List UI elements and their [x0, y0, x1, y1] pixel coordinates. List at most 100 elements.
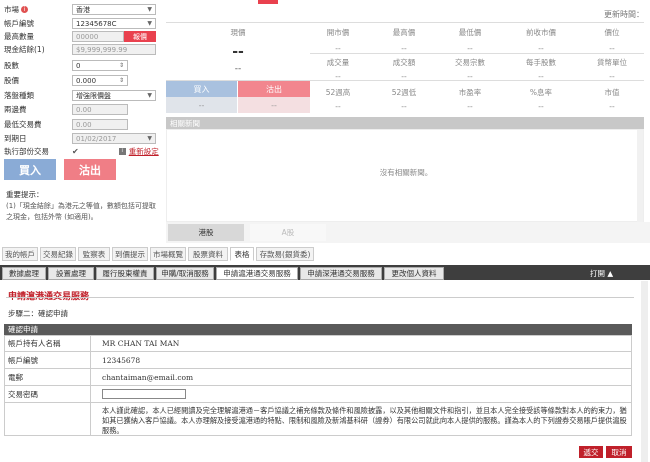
- tab-forms[interactable]: 表格: [230, 247, 254, 261]
- partial-checkbox[interactable]: ✔: [72, 147, 79, 156]
- order-type-row: 落盤種類 增強限價盤 ▼: [4, 89, 164, 102]
- tab-stock-info[interactable]: 股票資料: [188, 247, 228, 261]
- open-label: 開市價: [326, 28, 350, 37]
- low-value: --: [467, 44, 473, 53]
- tab-hk-stocks[interactable]: 港股: [168, 224, 244, 241]
- min-fee-field: 0.00: [72, 119, 128, 130]
- account-number-value: 12345678: [102, 355, 141, 365]
- min-fee-value: 0.00: [76, 120, 92, 129]
- tab-market-overview[interactable]: 市場概覽: [150, 247, 186, 261]
- lot-size-label: 每手股數: [526, 58, 556, 67]
- news-panel: 沒有相關新聞。: [166, 129, 644, 222]
- sell-button[interactable]: 沽出: [64, 159, 116, 180]
- quote-button[interactable]: 報價: [124, 31, 156, 42]
- stepper-icon[interactable]: ⇕: [119, 77, 124, 84]
- holder-name-value: MR CHAN TAI MAN: [102, 338, 180, 348]
- market-cap-value: --: [609, 102, 615, 111]
- buy-button[interactable]: 買入: [4, 159, 56, 180]
- form-title: 申請滬港通交易服務: [8, 292, 90, 302]
- cash-row: 現金結餘(1) $9,999,999.99: [4, 43, 164, 56]
- tab-price-alert[interactable]: 到價提示: [112, 247, 148, 261]
- market-select[interactable]: 香港 ▼: [72, 4, 156, 15]
- order-type-label: 落盤種類: [4, 91, 34, 100]
- min-fee-label: 最低交易費: [4, 120, 42, 129]
- partial-row: 執行部份交易 ✔ i 重新設定: [4, 145, 164, 158]
- tab-deposit[interactable]: 存款易(銀貨委): [256, 247, 314, 261]
- yield-label: %息率: [529, 88, 553, 97]
- print-toggle[interactable]: 打開 ▲: [590, 267, 630, 279]
- volume-label: 成交量: [326, 58, 350, 67]
- tab-watchlist[interactable]: 監察表: [78, 247, 110, 261]
- spread-label: 價位: [604, 28, 620, 37]
- tab-a-shares[interactable]: A股: [250, 224, 326, 241]
- tab-transaction-record[interactable]: 交易紀錄: [40, 247, 76, 261]
- subtab-shareholder-rights[interactable]: 履行股東權責: [96, 267, 154, 280]
- price-label: 股價: [4, 76, 19, 85]
- subtab-settings[interactable]: 設置處理: [48, 267, 94, 280]
- divider: [166, 22, 644, 23]
- low-52w-value: --: [401, 102, 407, 111]
- search-button[interactable]: [258, 0, 278, 4]
- cancel-button[interactable]: 取消: [606, 446, 632, 458]
- expiry-row: 到期日 01/02/2017 ▼: [4, 132, 164, 145]
- notes-text: (1)「現金結餘」為港元之等值，數額包括可提取之現金，包括外幣 (如適用)。: [6, 202, 156, 221]
- subtab-personal-info[interactable]: 更改個人資料: [384, 267, 444, 280]
- stepper-icon[interactable]: ⇕: [119, 62, 124, 69]
- subtab-sh-connect[interactable]: 申請滬港通交易服務: [216, 267, 298, 280]
- low-label: 最低價: [458, 28, 482, 37]
- notes-title: 重要提示：: [6, 190, 44, 199]
- email-value: chantaiman@email.com: [102, 372, 194, 382]
- password-label: 交易密碼: [8, 389, 38, 399]
- expiry-select[interactable]: 01/02/2017 ▼: [72, 133, 156, 144]
- stock-value: 0: [76, 61, 81, 70]
- fee-row: 兩邊費 0.00: [4, 103, 164, 116]
- stock-row: 股數 0 ⇕: [4, 59, 164, 72]
- section-header: 確認申請: [4, 324, 632, 335]
- fee-field: 0.00: [72, 104, 128, 115]
- submit-button[interactable]: 遞交: [579, 446, 603, 458]
- fee-value: 0.00: [76, 105, 92, 114]
- chevron-down-icon: ▼: [147, 6, 152, 13]
- no-news-text: 沒有相關新聞。: [379, 168, 433, 177]
- high-label: 最高價: [392, 28, 416, 37]
- order-type-select[interactable]: 增強限價盤 ▼: [72, 90, 156, 101]
- info-icon[interactable]: i: [21, 6, 28, 13]
- quote-panel: 更新時間： 現價 -- -- 開市價 最高價 最低價 前收市價 價位 -- --…: [166, 0, 650, 222]
- update-time-label: 更新時間：: [604, 10, 644, 19]
- news-header: 相關新聞: [166, 117, 644, 129]
- currency-label: 貨幣單位: [597, 58, 627, 67]
- fee-label: 兩邊費: [4, 105, 27, 114]
- stock-label: 股數: [4, 61, 19, 70]
- account-number-label: 帳戶編號: [8, 355, 38, 365]
- reset-link[interactable]: 重新設定: [129, 146, 159, 157]
- subtab-data-processing[interactable]: 數據處理: [2, 267, 46, 280]
- high-52w-value: --: [335, 102, 341, 111]
- tab-my-account[interactable]: 我的帳戶: [2, 247, 38, 261]
- nominal-price-label: 現價: [230, 28, 246, 37]
- account-select[interactable]: 12345678C ▼: [72, 18, 156, 29]
- price-input[interactable]: 0.000 ⇕: [72, 75, 128, 86]
- cash-label: 現金結餘(1): [4, 45, 45, 54]
- yield-value: --: [538, 102, 544, 111]
- max-qty-row: 最高數量 00000 報價: [4, 30, 164, 43]
- price-row: 股價 0.000 ⇕: [4, 74, 164, 87]
- subtab-subscribe-cancel[interactable]: 申購/取消服務: [156, 267, 214, 280]
- turnover-label: 成交額: [392, 58, 416, 67]
- pe-ratio-value: --: [467, 102, 473, 111]
- scrollbar[interactable]: [641, 281, 648, 462]
- account-label: 帳戶編號: [4, 19, 34, 28]
- password-row: 交易密碼: [4, 386, 632, 403]
- market-row: 市場 i 香港 ▼: [4, 3, 164, 16]
- password-input[interactable]: [102, 389, 186, 399]
- chevron-down-icon: ▼: [147, 92, 152, 99]
- max-qty-field: 00000: [72, 31, 124, 42]
- pe-ratio-label: 市盈率: [458, 88, 482, 97]
- price-value: 0.000: [76, 76, 97, 85]
- scrollbar[interactable]: [637, 130, 643, 222]
- order-panel: 市場 i 香港 ▼ 帳戶編號 12345678C ▼ 最高數量 00000 報價 現金…: [0, 0, 166, 222]
- divider: [310, 53, 644, 54]
- stock-input[interactable]: 0 ⇕: [72, 60, 128, 71]
- market-cap-label: 市值: [604, 88, 620, 97]
- subtab-sz-connect[interactable]: 申請深港通交易服務: [300, 267, 382, 280]
- trades-label: 交易宗數: [455, 58, 485, 67]
